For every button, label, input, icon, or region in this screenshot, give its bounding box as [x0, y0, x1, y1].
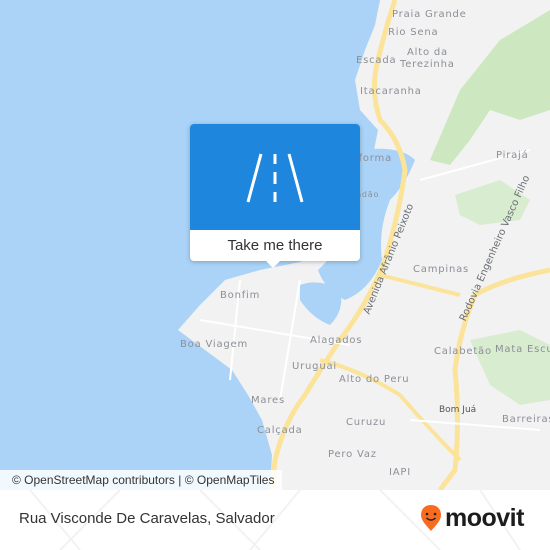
footer: Rua Visconde De Caravelas, Salvador moov…	[0, 490, 550, 550]
location-title: Rua Visconde De Caravelas, Salvador	[19, 510, 275, 527]
place-uruguai: Uruguai	[292, 361, 337, 372]
place-curuzu: Curuzu	[346, 417, 387, 428]
place-bonfim: Bonfim	[220, 290, 261, 301]
moovit-logo[interactable]: moovit	[420, 503, 524, 533]
place-mata-escura: Mata Escura	[495, 344, 550, 355]
place-alto-da: Alto da	[407, 47, 448, 58]
moovit-pin-icon	[421, 505, 441, 531]
place-boa-viagem: Boa Viagem	[180, 339, 249, 350]
place-praia-grande: Praia Grande	[392, 9, 467, 20]
place-bom-jua: Bom Juá	[439, 405, 477, 415]
place-calabetao: Calabetão	[434, 346, 492, 357]
moovit-wordmark: moovit	[445, 503, 524, 532]
place-mares: Mares	[251, 395, 286, 406]
place-iapi: IAPI	[389, 467, 411, 478]
popup-header[interactable]	[190, 124, 360, 230]
place-piraja: Pirajá	[496, 150, 529, 161]
place-barreiras: Barreiras	[502, 414, 550, 425]
take-me-there-button[interactable]: Take me there	[190, 230, 360, 261]
popup-pointer	[265, 260, 281, 268]
place-terezinha: Terezinha	[400, 59, 455, 70]
place-itacaranha: Itacaranha	[360, 86, 422, 97]
place-campinas: Campinas	[413, 264, 470, 275]
place-calcada: Calçada	[257, 425, 303, 436]
map-attribution[interactable]: © OpenStreetMap contributors | © OpenMap…	[0, 470, 283, 490]
directions-popup[interactable]: Take me there	[190, 124, 360, 268]
place-escada: Escada	[356, 55, 397, 66]
place-rio-sena: Rio Sena	[388, 27, 439, 38]
place-alto-do-peru: Alto do Peru	[339, 374, 410, 385]
place-pero-vaz: Pero Vaz	[328, 449, 377, 460]
map[interactable]: Praia Grande Rio Sena Alto da Terezinha …	[0, 0, 550, 490]
road-icon	[246, 153, 304, 203]
place-alagados: Alagados	[310, 335, 363, 346]
